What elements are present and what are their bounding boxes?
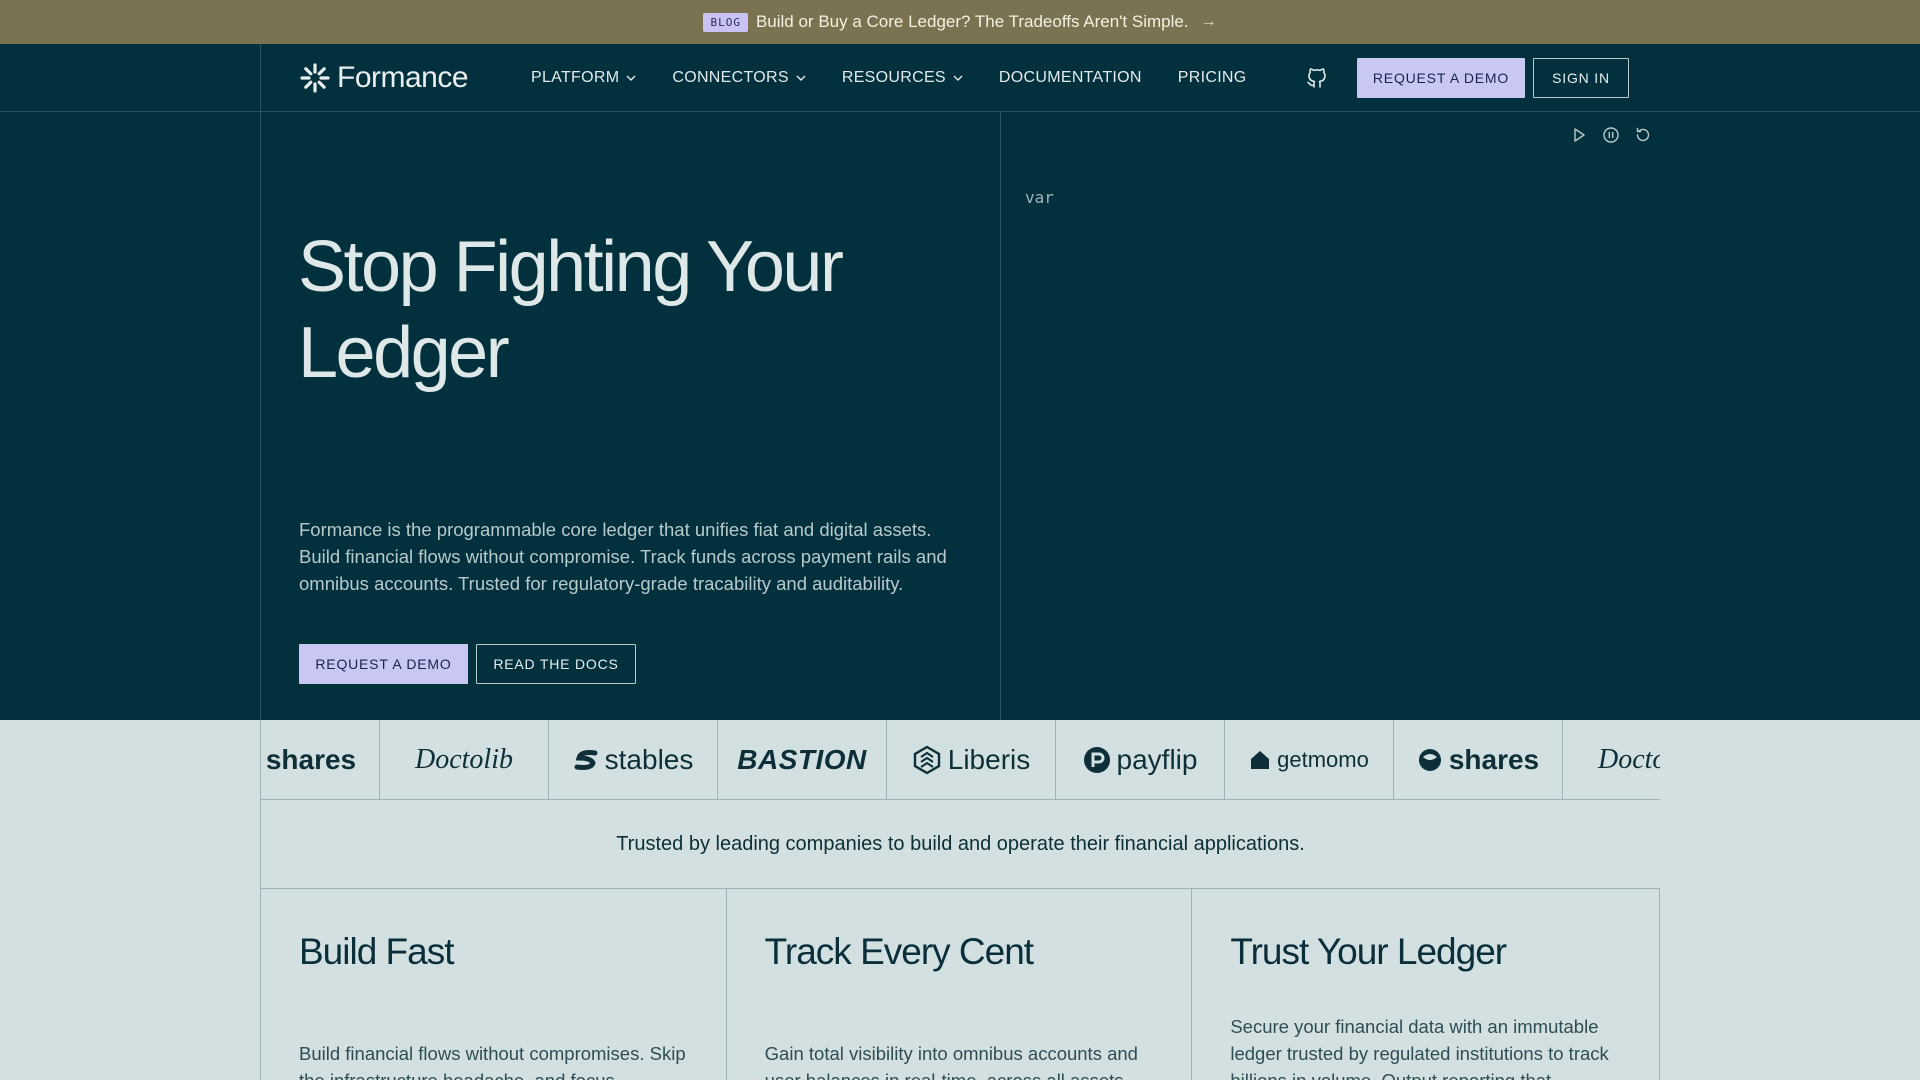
chevron-down-icon — [626, 75, 636, 81]
hero-section: Stop Fighting Your Ledger Formance is th… — [0, 112, 1920, 720]
divider — [1000, 112, 1001, 720]
arrow-right-icon: → — [1200, 13, 1217, 30]
logo-liberis: Liberis — [887, 720, 1056, 799]
nav-item-connectors[interactable]: CONNECTORS — [672, 69, 806, 87]
feature-text: Gain total visibility into omnibus accou… — [764, 1043, 1138, 1080]
logo-text: shares — [265, 744, 357, 775]
logo-text: shares — [1448, 744, 1540, 775]
feature-card-track-every-cent: Track Every Cent Gain total visibility i… — [727, 889, 1193, 1080]
code-controls — [1570, 126, 1652, 144]
logo-bastion: BASTION — [718, 720, 887, 799]
nav-item-pricing[interactable]: PRICING — [1178, 69, 1247, 87]
nav-item-resources[interactable]: RESOURCES — [842, 69, 963, 87]
logo-text: stables — [604, 744, 694, 775]
logo-getmomo: getmomo — [1225, 720, 1394, 799]
main-menu: PLATFORM CONNECTORS RESOURCES DOCUMENTAT… — [531, 44, 1283, 112]
logo-doctolib: Doctolib — [380, 720, 549, 799]
shares-logo-icon — [1418, 749, 1441, 771]
hero-title: Stop Fighting Your Ledger — [298, 227, 844, 393]
hero-description: Formance is the programmable core ledger… — [299, 519, 947, 594]
formance-logo-icon — [300, 63, 330, 93]
logo-text: Liberis — [947, 744, 1031, 775]
feature-text: Secure your financial data with an immut… — [1230, 1016, 1609, 1080]
brand-logo[interactable]: Formance — [299, 60, 469, 96]
logo-text: payflip — [1116, 744, 1198, 775]
sign-in-button[interactable]: SIGN IN — [1533, 58, 1629, 98]
stables-logo-icon — [574, 750, 598, 770]
feature-title: Build Fast — [299, 931, 455, 972]
logo-text: BASTION — [737, 744, 867, 775]
restart-icon[interactable] — [1634, 126, 1652, 144]
feature-card-build-fast: Build Fast Build financial flows without… — [261, 889, 727, 1080]
getmomo-logo-icon — [1251, 751, 1270, 769]
feature-title: Track Every Cent — [764, 931, 1034, 972]
trusted-by-caption: Trusted by leading companies to build an… — [260, 800, 1660, 889]
read-docs-button[interactable]: READ THE DOCS — [476, 644, 636, 684]
nav-item-label: DOCUMENTATION — [998, 69, 1142, 86]
feature-text: Build financial flows without compromise… — [299, 1043, 686, 1080]
nav-item-documentation[interactable]: DOCUMENTATION — [999, 69, 1142, 87]
liberis-logo-icon — [913, 745, 940, 775]
feature-title: Trust Your Ledger — [1230, 931, 1507, 972]
nav-item-label: RESOURCES — [841, 69, 946, 86]
play-icon[interactable] — [1570, 126, 1588, 144]
top-navbar: Formance PLATFORM CONNECTORS RESOURCES D… — [0, 44, 1920, 112]
divider — [260, 44, 261, 112]
logo-text: Doctolib — [415, 744, 513, 775]
nav-item-label: PRICING — [1177, 69, 1247, 86]
request-demo-button[interactable]: REQUEST A DEMO — [1357, 58, 1525, 98]
hero-cta-group: REQUEST A DEMO READ THE DOCS — [299, 644, 636, 684]
divider — [260, 112, 261, 720]
nav-item-label: PLATFORM — [531, 69, 620, 86]
blog-badge: BLOG — [703, 12, 748, 32]
logo-payflip: payflip — [1056, 720, 1225, 799]
logo-text: Doctolib — [1598, 744, 1660, 775]
nav-item-label: CONNECTORS — [672, 69, 789, 86]
brand-name: Formance — [337, 61, 469, 94]
logo-text: getmomo — [1277, 747, 1369, 772]
features-section: Build Fast Build financial flows without… — [260, 889, 1661, 1080]
logo-stables: stables — [549, 720, 718, 799]
logo-doctolib: Doctolib — [1563, 720, 1660, 799]
announcement-bar[interactable]: BLOG Build or Buy a Core Ledger? The Tra… — [0, 0, 1920, 44]
payflip-logo-icon — [1083, 747, 1110, 773]
customer-logo-strip: shares Doctolib stables BASTION Liberis … — [260, 720, 1660, 800]
code-editor-text: var — [1025, 188, 1054, 207]
chevron-down-icon — [953, 75, 963, 81]
logo-track: shares Doctolib stables BASTION Liberis … — [261, 720, 1660, 799]
chevron-down-icon — [796, 75, 806, 81]
hero-request-demo-button[interactable]: REQUEST A DEMO — [299, 644, 468, 684]
pause-icon[interactable] — [1602, 126, 1620, 144]
announcement-text[interactable]: Build or Buy a Core Ledger? The Tradeoff… — [756, 12, 1189, 32]
nav-item-platform[interactable]: PLATFORM — [531, 69, 636, 87]
feature-card-trust-your-ledger: Trust Your Ledger Secure your financial … — [1192, 889, 1661, 1080]
logo-shares: shares — [261, 720, 380, 799]
logo-shares: shares — [1394, 720, 1563, 799]
nav-actions: REQUEST A DEMO SIGN IN — [1305, 44, 1629, 112]
github-icon[interactable] — [1305, 66, 1329, 90]
